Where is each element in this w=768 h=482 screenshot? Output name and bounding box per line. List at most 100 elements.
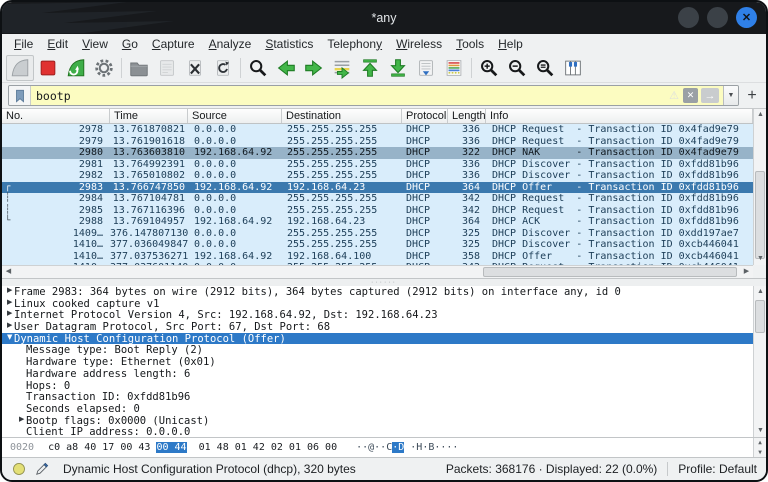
packet-row[interactable]: 2988 └ 13.769104957 192.168.64.92 192.168.64… — [2, 216, 753, 228]
packet-row[interactable]: 2985 ┆ 13.767116396 0.0.0.0 255.255.255.255 D… — [2, 204, 753, 216]
expand-arrow-icon[interactable]: ▶ — [2, 298, 14, 310]
menu-tools[interactable]: Tools — [449, 36, 491, 52]
detail-row[interactable]: Message type: Boot Reply (2) — [2, 344, 753, 356]
scrollbar-thumb[interactable] — [482, 267, 737, 277]
hex-scroll-spinner[interactable]: ▲ ▼ — [753, 438, 766, 457]
hex-ascii-highlight: ·D — [392, 442, 405, 453]
detail-row[interactable]: ▶ Internet Protocol Version 4, Src: 192.1… — [2, 309, 753, 321]
menu-go[interactable]: Go — [115, 36, 145, 52]
packet-row[interactable]: 2983 ┌ 13.766747850 192.168.64.92 192.168.64… — [2, 181, 753, 193]
expand-arrow-icon[interactable]: ▶ — [2, 286, 14, 298]
scroll-up-icon[interactable]: ▲ — [754, 286, 766, 298]
detail-row[interactable]: Transaction ID: 0xfdd81b96 — [2, 391, 753, 403]
packet-row[interactable]: 2984 ┆ 13.767104781 0.0.0.0 255.255.255.255 D… — [2, 193, 753, 205]
scrollbar-thumb[interactable] — [755, 171, 765, 259]
resize-columns-button[interactable] — [559, 55, 587, 81]
expand-arrow-icon[interactable]: ▶ — [14, 415, 26, 427]
auto-scroll-button[interactable] — [412, 55, 440, 81]
filter-bookmark-button[interactable] — [9, 86, 31, 105]
detail-row[interactable]: ▶ Linux cooked capture v1 — [2, 298, 753, 310]
filter-clear-button[interactable]: ✕ — [683, 88, 698, 103]
detail-row[interactable]: Hops: 0 — [2, 380, 753, 392]
capture-restart-button[interactable] — [62, 55, 90, 81]
capture-options-button[interactable] — [90, 55, 118, 81]
expand-arrow-icon[interactable]: ▶ — [2, 321, 14, 333]
details-vertical-scrollbar[interactable]: ▲ ▼ — [753, 286, 766, 437]
spin-up-icon[interactable]: ▲ — [758, 439, 762, 446]
zoom-out-button[interactable] — [503, 55, 531, 81]
menu-wireless[interactable]: Wireless — [389, 36, 449, 52]
packet-list-horizontal-scrollbar[interactable]: ◀ ▶ — [2, 265, 753, 278]
packet-row[interactable]: 2980 13.763603810 192.168.64.92 255.255.255… — [2, 147, 753, 159]
maximize-button[interactable] — [707, 7, 728, 28]
filter-add-button[interactable]: + — [744, 86, 760, 106]
scroll-down-icon[interactable]: ▼ — [754, 425, 766, 437]
zoom-reset-button[interactable] — [531, 55, 559, 81]
colorize-button[interactable] — [440, 55, 468, 81]
col-time: 13.761870821 — [112, 124, 185, 135]
column-header-no[interactable]: No. — [2, 109, 110, 123]
detail-row[interactable]: Client IP address: 0.0.0.0 — [2, 426, 753, 437]
reload-button[interactable] — [209, 55, 237, 81]
packet-bytes-pane[interactable]: 0020 c0 a8 40 17 00 43 00 44 01 48 01 42… — [2, 438, 766, 458]
packet-row[interactable]: 2979 13.761901618 0.0.0.0 255.255.255.255 DH… — [2, 135, 753, 147]
expert-info-button[interactable] — [11, 461, 27, 477]
expand-arrow-icon[interactable]: ▶ — [2, 309, 14, 321]
column-header-time[interactable]: Time — [110, 109, 188, 123]
menu-statistics[interactable]: Statistics — [258, 36, 320, 52]
column-header-info[interactable]: Info — [486, 109, 753, 123]
status-profile[interactable]: Profile: Default — [678, 462, 757, 476]
menu-file[interactable]: File — [7, 36, 40, 52]
menu-view[interactable]: View — [75, 36, 115, 52]
detail-row[interactable]: ▶ Frame 2983: 364 bytes on wire (2912 bit… — [2, 286, 753, 298]
detail-row[interactable]: ▼ Dynamic Host Configuration Protocol (Of… — [2, 332, 753, 345]
detail-row[interactable]: Hardware type: Ethernet (0x01) — [2, 356, 753, 368]
collapse-arrow-icon[interactable]: ▼ — [2, 333, 14, 345]
menu-telephony[interactable]: Telephony — [320, 36, 389, 52]
close-button[interactable]: ✕ — [736, 7, 757, 28]
packet-row[interactable]: 1410… 377.036049847 0.0.0.0 255.255.255.255… — [2, 239, 753, 251]
detail-row[interactable]: Seconds elapsed: 0 — [2, 403, 753, 415]
spin-down-icon[interactable]: ▼ — [758, 449, 762, 456]
detail-row[interactable]: ▶ Bootp flags: 0x0000 (Unicast) — [2, 415, 753, 427]
pane-splitter[interactable]: ······ — [2, 279, 766, 286]
capture-stop-button[interactable] — [34, 55, 62, 81]
scroll-left-icon[interactable]: ◀ — [2, 266, 15, 278]
file-open-button[interactable] — [125, 55, 153, 81]
detail-row[interactable]: Hardware address length: 6 — [2, 368, 753, 380]
menu-capture[interactable]: Capture — [145, 36, 202, 52]
capture-comment-button[interactable] — [34, 461, 50, 477]
packet-list-vertical-scrollbar[interactable]: ▲ ▼ — [753, 109, 766, 265]
display-filter-input[interactable]: bootp ⚠ ✕ → ▼ — [8, 85, 739, 106]
menu-edit[interactable]: Edit — [40, 36, 75, 52]
zoom-in-button[interactable] — [475, 55, 503, 81]
scroll-right-icon[interactable]: ▶ — [740, 266, 753, 278]
go-forward-button[interactable] — [300, 55, 328, 81]
packet-row[interactable]: 2982 13.765010802 0.0.0.0 255.255.255.255 DH… — [2, 170, 753, 182]
minimize-button[interactable] — [678, 7, 699, 28]
go-back-button[interactable] — [272, 55, 300, 81]
scroll-down-icon[interactable]: ▼ — [754, 253, 766, 265]
column-header-source[interactable]: Source — [188, 109, 282, 123]
packet-row[interactable]: 1410… 377.037536271 192.168.64.92 192.168.6… — [2, 250, 753, 262]
go-to-packet-button[interactable] — [328, 55, 356, 81]
menu-analyze[interactable]: Analyze — [202, 36, 259, 52]
packet-row[interactable]: 2981 13.764992391 0.0.0.0 255.255.255.255 DH… — [2, 158, 753, 170]
menu-help[interactable]: Help — [491, 36, 530, 52]
detail-row[interactable]: ▶ User Datagram Protocol, Src Port: 67, D… — [2, 321, 753, 333]
packet-row[interactable]: 1409… 376.147807130 0.0.0.0 255.255.255.255… — [2, 227, 753, 239]
capture-comment-icon — [35, 462, 49, 476]
go-last-button[interactable] — [384, 55, 412, 81]
scroll-up-icon[interactable]: ▲ — [754, 109, 766, 121]
column-header-protocol[interactable]: Protocol — [402, 109, 448, 123]
filter-apply-button[interactable]: → — [701, 88, 719, 103]
packet-row[interactable]: 2978 13.761870821 0.0.0.0 255.255.255.255 DH… — [2, 124, 753, 136]
find-packet-button[interactable] — [244, 55, 272, 81]
column-header-length[interactable]: Length — [448, 109, 486, 123]
go-first-button[interactable] — [356, 55, 384, 81]
column-header-destination[interactable]: Destination — [282, 109, 402, 123]
filter-dropdown-button[interactable]: ▼ — [723, 86, 738, 105]
scrollbar-thumb[interactable] — [755, 300, 765, 334]
hex-bytes: c0 a8 40 17 00 43 00 44 01 48 01 42 02 0… — [48, 442, 337, 453]
file-close-button[interactable] — [181, 55, 209, 81]
